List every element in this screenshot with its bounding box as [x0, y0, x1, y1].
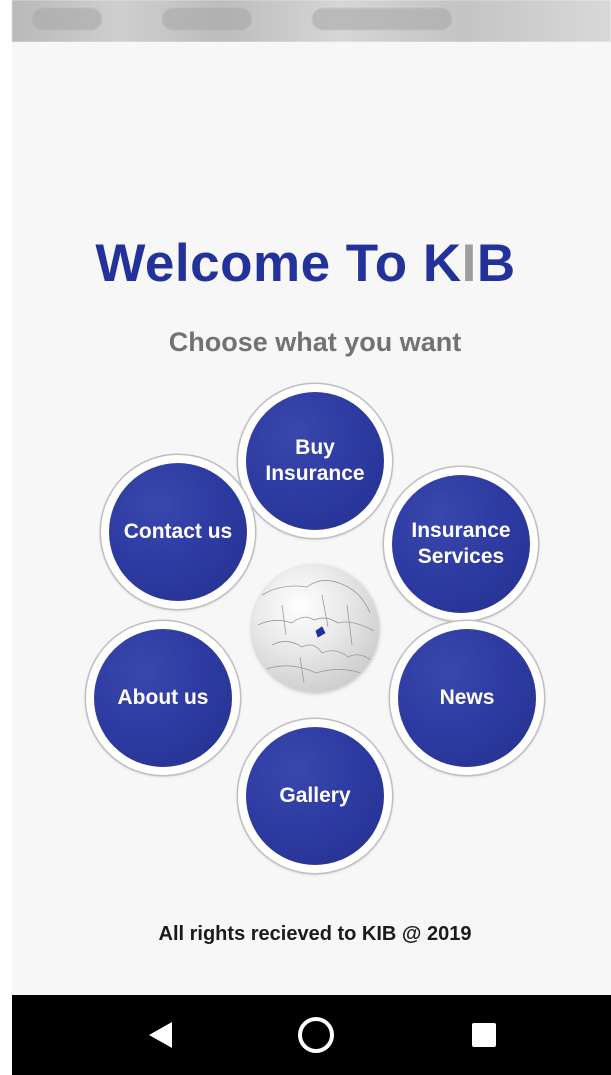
buy-insurance-button[interactable]: Buy Insurance: [238, 384, 392, 538]
globe-landmass: [271, 641, 373, 662]
news-label: News: [398, 629, 536, 767]
status-bar: [12, 0, 611, 42]
home-icon: [298, 1017, 334, 1053]
news-button[interactable]: News: [390, 621, 544, 775]
status-bar-blur: [32, 8, 102, 30]
title-accent-letter: I: [461, 234, 477, 293]
contact-us-button[interactable]: Contact us: [101, 455, 255, 609]
about-us-button[interactable]: About us: [86, 621, 240, 775]
title-main: Welcome To K: [95, 234, 462, 293]
globe-landmass: [257, 616, 375, 632]
back-icon: [149, 1022, 172, 1048]
footer-copyright: All rights recieved to KIB @ 2019: [158, 923, 472, 945]
globe-highlight-country: [315, 626, 326, 638]
title-end: B: [476, 234, 516, 293]
globe-landmass: [265, 665, 367, 676]
recents-icon: [472, 1023, 496, 1047]
about-us-label: About us: [94, 629, 232, 767]
system-navigation-bar: [12, 995, 611, 1075]
insurance-services-label: Insurance Services: [392, 475, 530, 613]
globe-map-graphic: [257, 580, 375, 684]
status-bar-blur: [312, 8, 452, 30]
insurance-services-button[interactable]: Insurance Services: [384, 467, 538, 621]
gallery-label: Gallery: [246, 727, 384, 865]
buy-insurance-label: Buy Insurance: [246, 392, 384, 530]
page-subtitle: Choose what you want: [168, 327, 462, 357]
home-button[interactable]: [292, 1011, 340, 1059]
page-title: Welcome To KIB: [0, 232, 611, 296]
recents-button[interactable]: [460, 1011, 508, 1059]
globe-landmass: [261, 580, 371, 614]
back-button[interactable]: [136, 1011, 184, 1059]
globe-icon: [252, 565, 379, 692]
contact-us-label: Contact us: [109, 463, 247, 601]
status-bar-blur: [162, 8, 252, 30]
gallery-button[interactable]: Gallery: [238, 719, 392, 873]
